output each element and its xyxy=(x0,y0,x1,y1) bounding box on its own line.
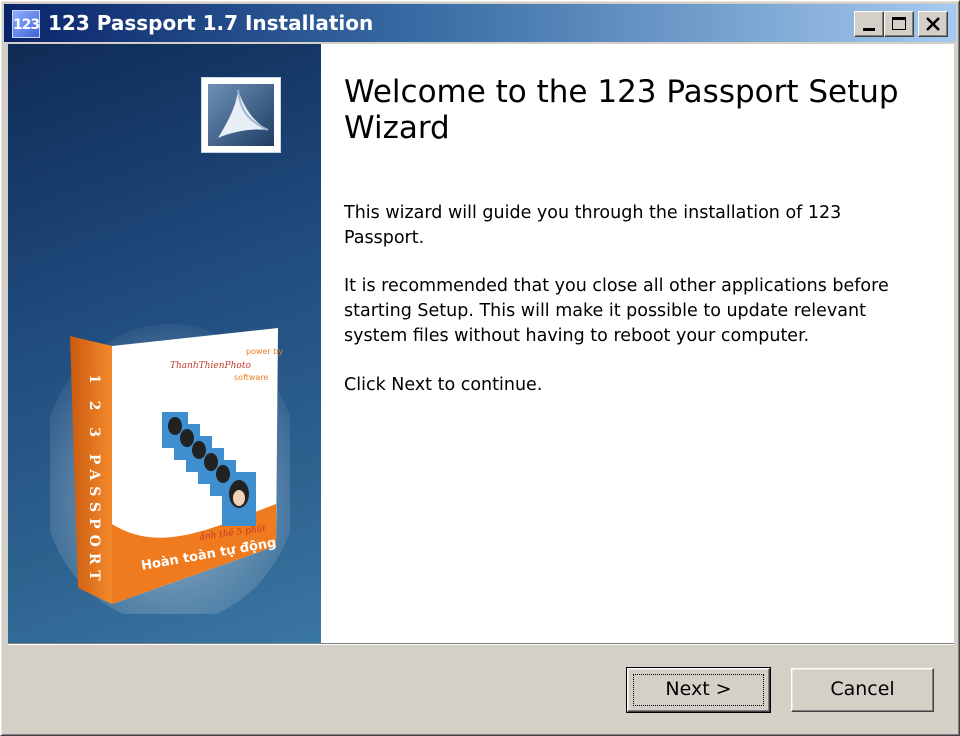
continue-instruction: Click Next to continue. xyxy=(344,375,543,395)
focus-rect xyxy=(633,674,764,706)
app-icon: 123 xyxy=(12,10,40,38)
welcome-heading: Welcome to the 123 Passport Setup Wizard xyxy=(344,74,899,146)
maximize-icon xyxy=(892,17,906,30)
brand-text: ThanhThienPhoto xyxy=(170,361,251,371)
wizard-content: power by ThanhThienPhoto software ảnh th… xyxy=(8,44,954,643)
close-button[interactable] xyxy=(918,11,948,37)
logo-icon xyxy=(208,84,274,146)
minimize-icon xyxy=(863,28,875,31)
footer-divider xyxy=(8,643,954,645)
minimize-button[interactable] xyxy=(854,11,884,37)
title-bar[interactable]: 123 123 Passport 1.7 Installation xyxy=(4,4,956,42)
installer-logo xyxy=(202,78,280,152)
power-by-text: power by xyxy=(246,347,283,356)
intro-paragraph: This wizard will guide you through the i… xyxy=(344,203,842,248)
window-title: 123 Passport 1.7 Installation xyxy=(48,11,374,35)
cancel-button-label: Cancel xyxy=(830,678,895,700)
maximize-button[interactable] xyxy=(884,11,914,37)
installer-window: 123 123 Passport 1.7 Installation power … xyxy=(0,0,960,736)
close-icon xyxy=(926,17,940,31)
cancel-button[interactable]: Cancel xyxy=(791,668,934,712)
side-banner: power by ThanhThienPhoto software ảnh th… xyxy=(8,44,321,643)
software-text: software xyxy=(234,373,268,382)
recommendation-paragraph: It is recommended that you close all oth… xyxy=(344,276,889,346)
product-box-art: power by ThanhThienPhoto software ảnh th… xyxy=(50,324,290,614)
spine-text: 1 2 3 PASSPORT xyxy=(86,374,102,587)
next-button[interactable]: Next > xyxy=(626,667,771,713)
